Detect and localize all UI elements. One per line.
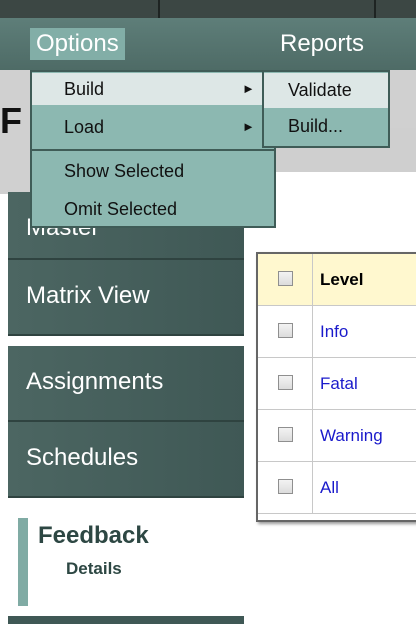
sidebar-item-next[interactable] bbox=[8, 616, 244, 624]
menu-item-label: Omit Selected bbox=[64, 199, 178, 219]
active-indicator bbox=[18, 518, 28, 606]
menu-item-label: Build bbox=[64, 79, 105, 99]
menu-item-omit-selected[interactable]: Omit Selected bbox=[32, 193, 274, 225]
row-checkbox[interactable] bbox=[278, 479, 293, 494]
sidebar: Master Matrix View Assignments Schedules… bbox=[0, 192, 246, 624]
menu-item-label: Show Selected bbox=[64, 161, 185, 181]
menu-item-show-selected[interactable]: Show Selected bbox=[32, 155, 274, 187]
select-all-checkbox[interactable] bbox=[278, 271, 293, 286]
sidebar-item-schedules[interactable]: Schedules bbox=[8, 422, 244, 498]
level-link-fatal[interactable]: Fatal bbox=[320, 374, 358, 394]
menu-options[interactable]: Options bbox=[30, 28, 125, 60]
menu-item-load[interactable]: Load ► bbox=[32, 111, 274, 143]
level-link-warning[interactable]: Warning bbox=[320, 426, 383, 446]
sidebar-item-label: Assignments bbox=[26, 368, 164, 395]
table-header-row: Level bbox=[258, 254, 416, 306]
sidebar-item-feedback[interactable]: Feedback Details bbox=[0, 502, 246, 624]
sidebar-subitem-details[interactable]: Details bbox=[66, 559, 122, 579]
menu-item-label: Build... bbox=[288, 116, 344, 136]
table-row: Info bbox=[258, 306, 416, 358]
column-divider bbox=[312, 410, 313, 461]
row-checkbox[interactable] bbox=[278, 323, 293, 338]
top-strip-divider bbox=[158, 0, 160, 18]
menu-item-build-ellipsis[interactable]: Build... bbox=[264, 109, 388, 144]
level-link-info[interactable]: Info bbox=[320, 322, 348, 342]
menu-reports[interactable]: Reports bbox=[274, 28, 370, 60]
top-strip-divider bbox=[374, 0, 376, 18]
app-page: Options Reports F Master Matrix View Ass… bbox=[0, 0, 416, 624]
menu-item-label: Validate bbox=[288, 80, 352, 100]
column-divider bbox=[312, 358, 313, 409]
menu-item-build[interactable]: Build ► bbox=[32, 73, 274, 105]
sidebar-item-label: Matrix View bbox=[26, 282, 150, 309]
build-submenu: Validate Build... bbox=[262, 70, 390, 148]
column-divider bbox=[312, 254, 313, 305]
sidebar-item-matrix-view[interactable]: Matrix View bbox=[8, 260, 244, 336]
row-checkbox[interactable] bbox=[278, 375, 293, 390]
table-row: All bbox=[258, 462, 416, 514]
level-link-all[interactable]: All bbox=[320, 478, 339, 498]
menu-item-label: Load bbox=[64, 117, 105, 137]
level-filter-table: Level Info Fatal Warning All bbox=[256, 252, 416, 522]
menu-item-validate[interactable]: Validate bbox=[264, 73, 388, 108]
table-row: Fatal bbox=[258, 358, 416, 410]
submenu-arrow-icon: ► bbox=[242, 119, 255, 134]
menu-divider bbox=[32, 149, 274, 151]
sidebar-item-label: Schedules bbox=[26, 444, 139, 471]
options-dropdown: Build ► Load ► Show Selected Omit Select… bbox=[30, 70, 276, 228]
table-row: Warning bbox=[258, 410, 416, 462]
column-header-level: Level bbox=[320, 270, 364, 289]
top-strip bbox=[0, 0, 416, 18]
row-checkbox[interactable] bbox=[278, 427, 293, 442]
sidebar-item-feedback-label: Feedback bbox=[38, 522, 149, 549]
column-divider bbox=[312, 306, 313, 357]
submenu-arrow-icon: ► bbox=[242, 81, 255, 96]
page-title: F bbox=[0, 100, 22, 141]
column-divider bbox=[312, 462, 313, 513]
menubar: Options Reports bbox=[0, 18, 416, 70]
sidebar-item-assignments[interactable]: Assignments bbox=[8, 346, 244, 422]
